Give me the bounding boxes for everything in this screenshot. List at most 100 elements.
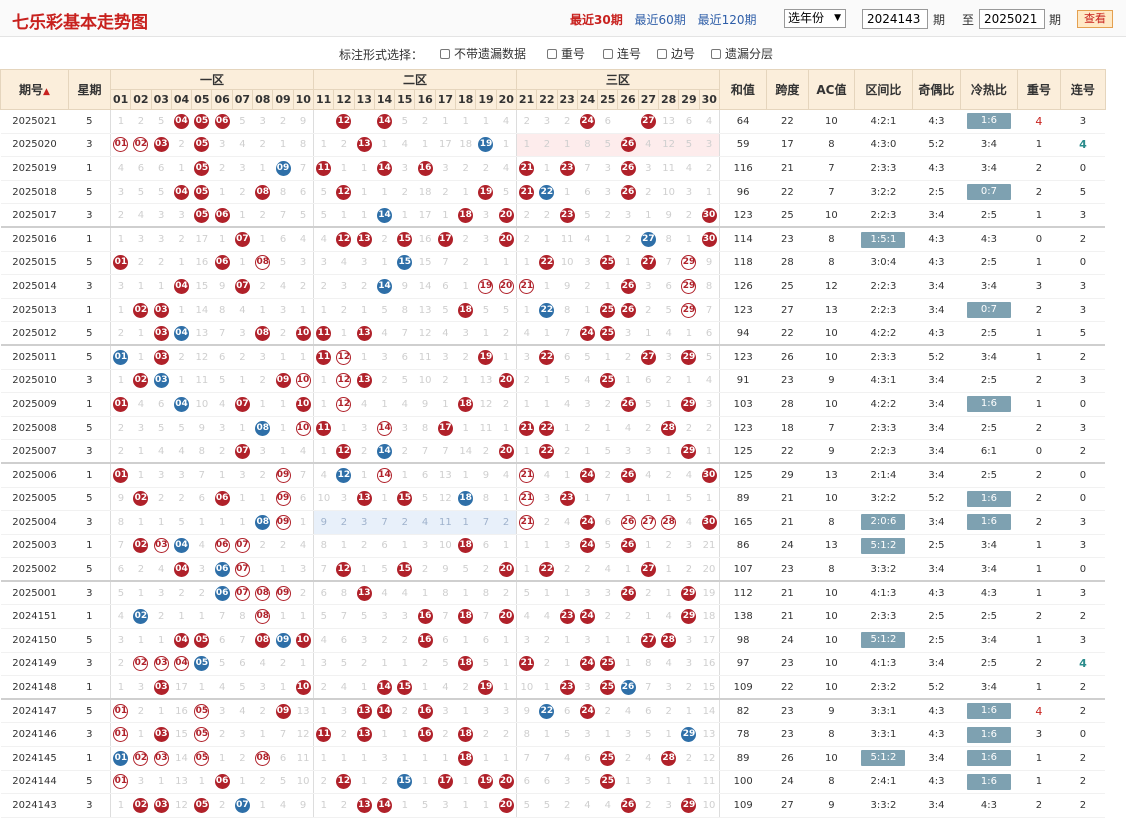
year-select[interactable]: 选年份 ▼: [784, 9, 846, 28]
number-cell: 03: [151, 133, 172, 158]
tab-recent-30[interactable]: 最近30期: [570, 13, 623, 27]
omission-value: 8: [299, 139, 307, 151]
omission-value: 1: [340, 162, 348, 174]
omission-value: 2: [218, 162, 226, 174]
option-edge[interactable]: 边号: [657, 45, 695, 62]
from-issue-input[interactable]: 2024143: [862, 9, 928, 29]
omission-value: 1: [523, 445, 531, 457]
number-cell: 2: [211, 793, 233, 818]
number-cell: 01: [109, 699, 131, 724]
issue-cell: 2024150: [0, 628, 69, 653]
number-cell: 1: [130, 345, 152, 370]
hot-cold-cell: 4:3: [960, 227, 1018, 252]
checkbox-icon[interactable]: [657, 49, 667, 59]
number-cell: 28: [658, 628, 679, 653]
number-cell: 2: [171, 227, 192, 252]
omission-value: 3: [259, 445, 266, 457]
drawn-number-ball: 17: [437, 232, 453, 248]
number-cell: 3: [597, 180, 618, 205]
col-issue[interactable]: 期号▲: [0, 69, 69, 110]
omission-value: 1: [482, 115, 490, 127]
omission-value: 3: [401, 422, 408, 434]
omission-value: 1: [117, 115, 125, 127]
omission-value: 4: [502, 162, 510, 174]
number-cell: 2: [557, 439, 578, 465]
number-cell: 5: [109, 581, 131, 606]
number-cell: 4: [414, 510, 436, 535]
omission-value: 4: [137, 398, 145, 410]
omission-value: 8: [482, 493, 490, 505]
span-cell-value: 26: [781, 351, 794, 363]
omission-value: 1: [340, 752, 348, 764]
omission-value: 1: [645, 540, 652, 552]
number-cell: 15: [394, 487, 415, 512]
number-cell: 4: [435, 321, 456, 347]
omission-value: 7: [239, 634, 246, 646]
omission-value: 3: [523, 351, 531, 363]
number-cell: 27: [638, 628, 659, 653]
option-repeat[interactable]: 重号: [547, 45, 585, 62]
zone-ratio-cell: 3:3:1: [854, 699, 913, 724]
number-cell: 2: [252, 463, 273, 488]
sum-cell-value: 89: [736, 493, 750, 505]
omission-value: 4: [158, 563, 165, 575]
checkbox-icon[interactable]: [547, 49, 557, 59]
number-cell: 4: [151, 557, 172, 583]
omission-value: 4: [442, 327, 449, 339]
number-cell: 2: [394, 628, 415, 653]
hot-cold-cell: 3:4: [960, 628, 1018, 653]
number-cell: 2: [272, 652, 294, 677]
omission-value: 5: [299, 209, 307, 221]
omission-value: 4: [563, 752, 571, 764]
checkbox-icon[interactable]: [603, 49, 613, 59]
view-button[interactable]: 查看: [1077, 10, 1113, 28]
drawn-number-ball: 11: [316, 325, 332, 341]
omission-value: 1: [259, 800, 266, 812]
hot-cold-cell: 3:4: [960, 345, 1018, 370]
number-cell: 6: [515, 770, 537, 795]
number-cell: 1: [455, 416, 476, 441]
omission-value: 2: [218, 445, 226, 457]
omission-value: 1: [259, 493, 266, 505]
option-consecutive[interactable]: 连号: [603, 45, 641, 62]
sort-icon[interactable]: ▲: [43, 87, 50, 97]
span-cell-value: 21: [781, 162, 794, 174]
number-cell: 2: [678, 416, 700, 441]
number-cell: 18: [455, 133, 476, 158]
omission-value: 2: [645, 422, 652, 434]
weekday-cell: 1: [68, 298, 111, 323]
omission-value: 1: [421, 587, 429, 599]
hot-cold-cell-value: 3:4: [980, 280, 997, 292]
number-cell: 7: [435, 439, 456, 465]
tab-recent-120[interactable]: 最近120期: [698, 13, 757, 27]
to-issue-input[interactable]: 2025021: [979, 9, 1045, 29]
drawn-number-ball: 18: [458, 656, 474, 672]
option-no-omission[interactable]: 不带遗漏数据: [440, 45, 526, 62]
omission-value: 6: [665, 280, 672, 292]
number-cell: 1: [232, 510, 253, 535]
option-omission-layer[interactable]: 遗漏分层: [711, 45, 773, 62]
checkbox-icon[interactable]: [711, 49, 721, 59]
ac-cell-value: 10: [825, 209, 838, 221]
number-cell: 6: [638, 699, 659, 724]
ac-cell: 8: [808, 510, 855, 535]
odd-even-cell: 3:4: [912, 793, 961, 818]
omission-value: 4: [401, 139, 408, 151]
number-cell: 8: [272, 180, 294, 205]
omission-value: 7: [401, 327, 408, 339]
number-cell: 04: [171, 274, 192, 299]
number-cell: 03: [151, 345, 172, 370]
ac-cell: 9: [808, 439, 855, 465]
number-cell: 1: [130, 510, 152, 535]
omission-value: 7: [543, 752, 551, 764]
number-cell: 3: [354, 510, 375, 535]
number-cell: 2: [252, 770, 273, 795]
omission-value: 1: [401, 540, 408, 552]
omission-value: 7: [482, 516, 490, 528]
number-cell: 06: [211, 581, 233, 606]
span-cell-value: 28: [781, 398, 794, 410]
checkbox-icon[interactable]: [440, 49, 450, 59]
repeat-cell: 1: [1017, 628, 1061, 653]
omission-value: 13: [418, 304, 432, 316]
tab-recent-60[interactable]: 最近60期: [635, 13, 686, 27]
